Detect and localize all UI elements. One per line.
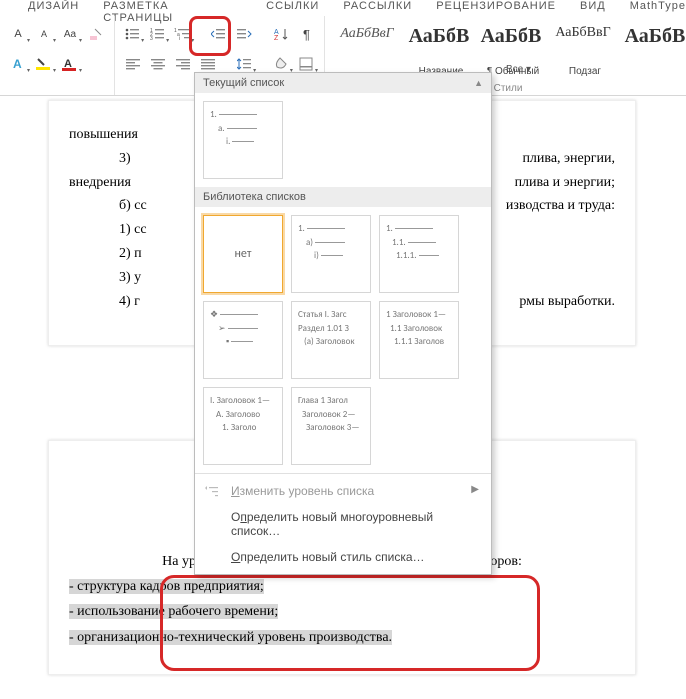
- change-case-icon[interactable]: Aa▾: [60, 24, 80, 44]
- align-justify-icon[interactable]: [198, 54, 217, 74]
- doc-text: - структура кадров предприятия;: [69, 574, 615, 599]
- increase-font-icon[interactable]: A▾: [8, 24, 28, 44]
- align-center-icon[interactable]: [148, 54, 167, 74]
- numbering-icon[interactable]: 123▾: [148, 24, 167, 44]
- multilevel-list-icon[interactable]: 1ai▾: [173, 24, 192, 44]
- style-name-3: Подзаг: [549, 66, 621, 77]
- align-right-icon[interactable]: [173, 54, 192, 74]
- bullets-icon[interactable]: ▾: [123, 24, 142, 44]
- style-card-3[interactable]: АаБбВвГ: [547, 18, 619, 68]
- tab-view[interactable]: ВИД: [580, 0, 606, 12]
- list-thumb[interactable]: Статья I. Загс Раздел 1.01 З (a) Заголов…: [291, 301, 371, 379]
- menu-define-multilevel[interactable]: Определить новый многоуровневый список…: [195, 504, 491, 544]
- dd-header-current: Текущий список ▲: [195, 73, 491, 93]
- tab-design[interactable]: ДИЗАЙН: [28, 0, 79, 12]
- clear-format-icon[interactable]: [86, 24, 106, 44]
- list-thumb[interactable]: I. Заголовок 1— A. Заголово 1. Заголо: [203, 387, 283, 465]
- tab-mailings[interactable]: РАССЫЛКИ: [343, 0, 412, 12]
- tab-references[interactable]: ССЫЛКИ: [266, 0, 319, 12]
- sort-icon[interactable]: AZ: [272, 24, 291, 44]
- style-gallery[interactable]: АаБбВвГ АаБбВ АаБбВ АаБбВвГ АаБбВ: [331, 18, 686, 68]
- list-thumb-none[interactable]: нет: [203, 215, 283, 293]
- doc-text: - организационно-технический уровень про…: [69, 625, 615, 650]
- tab-mathtype[interactable]: MathType: [630, 0, 686, 12]
- style-card-1[interactable]: АаБбВ: [403, 18, 475, 68]
- multilevel-dropdown: Текущий список ▲ 1. a. i. Библиотека спи…: [194, 72, 492, 575]
- decrease-indent-icon[interactable]: [210, 24, 229, 44]
- align-left-icon[interactable]: [123, 54, 142, 74]
- svg-text:A: A: [13, 57, 22, 71]
- borders-icon[interactable]: ▾: [297, 54, 316, 74]
- shading-icon[interactable]: ▾: [272, 54, 291, 74]
- dd-menu: ИИзменить уровень списказменить уровень …: [195, 474, 491, 574]
- svg-text:3: 3: [150, 36, 153, 41]
- show-marks-icon[interactable]: ¶: [297, 24, 316, 44]
- svg-text:Z: Z: [274, 35, 279, 41]
- decrease-font-icon[interactable]: A▾: [34, 24, 54, 44]
- dd-header-library: Библиотека списков: [195, 187, 491, 207]
- list-thumb-current[interactable]: 1. a. i.: [203, 101, 283, 179]
- font-color-icon[interactable]: A▾: [60, 54, 80, 74]
- font-group: A▾ A▾ Aa▾ A▾ ▾ A▾: [0, 16, 115, 95]
- list-thumb[interactable]: 1. 1.1. 1.1.1.: [379, 215, 459, 293]
- style-card-4[interactable]: АаБбВ: [619, 18, 686, 68]
- line-spacing-icon[interactable]: ▾: [235, 54, 254, 74]
- highlight-icon[interactable]: ▾: [34, 54, 54, 74]
- menu-define-style[interactable]: Определить новый стиль списка…: [195, 544, 491, 570]
- style-card-0[interactable]: АаБбВвГ: [331, 18, 403, 68]
- list-thumb[interactable]: Глава 1 Загол Заголовок 2— Заголовок 3—: [291, 387, 371, 465]
- doc-text: - использование рабочего времени;: [69, 599, 615, 624]
- tab-review[interactable]: РЕЦЕНЗИРОВАНИЕ: [436, 0, 556, 12]
- svg-text:i: i: [179, 36, 180, 41]
- menu-change-level: ИИзменить уровень списказменить уровень …: [195, 478, 491, 504]
- ribbon-tabs: ДИЗАЙН РАЗМЕТКА СТРАНИЦЫ ССЫЛКИ РАССЫЛКИ…: [0, 0, 686, 16]
- list-thumb[interactable]: ❖ ➢ ▪: [203, 301, 283, 379]
- increase-indent-icon[interactable]: [235, 24, 254, 44]
- list-thumb[interactable]: 1. a) i): [291, 215, 371, 293]
- list-thumb[interactable]: 1 Заголовок 1— 1.1 Заголовок 1.1.1 Загол…: [379, 301, 459, 379]
- style-card-2[interactable]: АаБбВ: [475, 18, 547, 68]
- glow-icon[interactable]: A▾: [8, 54, 28, 74]
